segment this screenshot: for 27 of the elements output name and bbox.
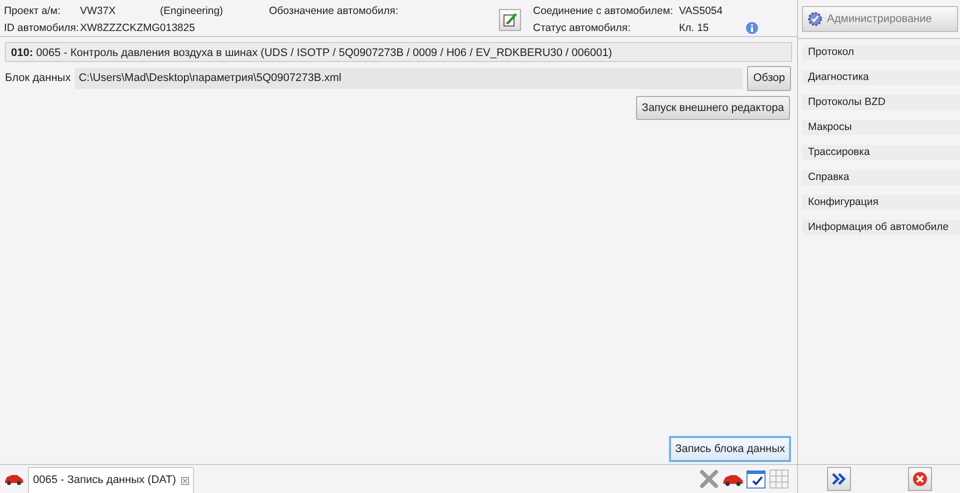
sidebar-item[interactable]: Конфигурация bbox=[802, 195, 960, 210]
field-value: Кл. 15 bbox=[679, 22, 709, 34]
field-value: (Engineering) bbox=[160, 4, 224, 17]
sidebar-item[interactable]: Протокол bbox=[802, 45, 960, 60]
field-label: Статус автомобиля: bbox=[533, 22, 630, 34]
sidebar-item[interactable]: Макросы bbox=[802, 120, 960, 135]
tab-label: 0065 - Запись данных (DAT) bbox=[33, 473, 176, 488]
sidebar-item[interactable]: Протоколы BZD bbox=[802, 95, 960, 110]
field-label: Соединение с автомобилем: bbox=[533, 4, 674, 17]
field-value: VAS5054 bbox=[679, 4, 723, 17]
field-label: Блок данных bbox=[5, 71, 71, 86]
field-value: VW37X bbox=[80, 4, 116, 17]
tab[interactable]: 0065 - Запись данных (DAT) bbox=[28, 467, 194, 493]
module-title: 010: 0065 - Контроль давления воздуха в шинах (UDS / ISOTP / 5Q0907273B / 0009 / H06 / EV_RDKBERU30 / 006001) bbox=[11, 47, 612, 59]
admin-button[interactable]: Администрирование bbox=[802, 6, 958, 32]
sidebar-item[interactable]: Информация об автомобиле bbox=[802, 220, 960, 235]
sidebar-item[interactable]: Справка bbox=[802, 170, 960, 185]
field-label: Обозначение автомобиля: bbox=[269, 4, 398, 17]
write-button[interactable]: Запись блока данных bbox=[669, 436, 791, 462]
sidebar-item[interactable]: Диагностика bbox=[802, 70, 960, 85]
field-label: Проект а/м: bbox=[4, 4, 60, 17]
field-label: ID автомобиля: bbox=[4, 22, 79, 34]
field-value: XW8ZZZCKZMG013825 bbox=[80, 22, 195, 34]
sidebar-item[interactable]: Трассировка bbox=[802, 145, 960, 160]
browse-button[interactable]: Обзор bbox=[747, 66, 791, 90]
path-field[interactable]: C:\Users\Mad\Desktop\параметрия\5Q0907273B.xml bbox=[74, 68, 744, 89]
editor-button[interactable]: Запуск внешнего редактора bbox=[636, 96, 790, 120]
